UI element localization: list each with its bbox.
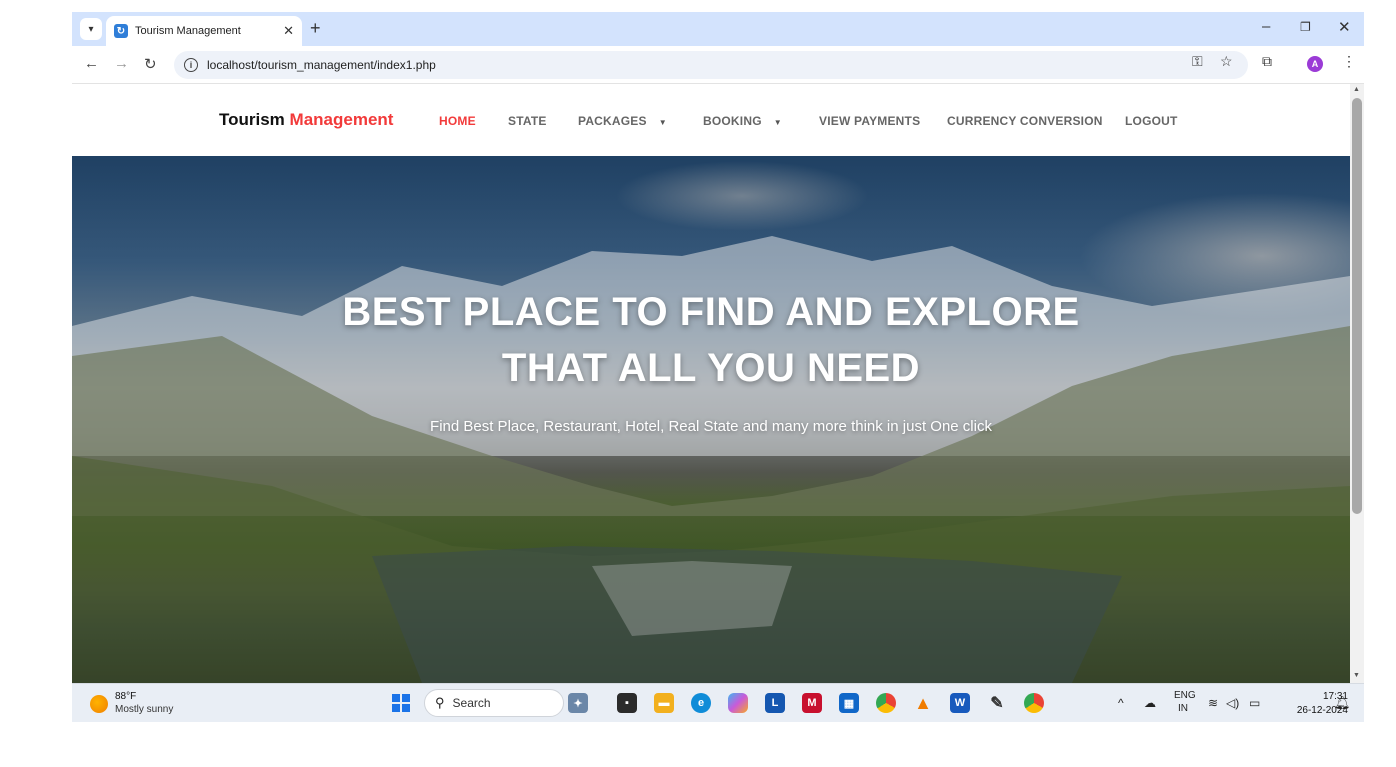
mcafee-icon[interactable]: M — [802, 693, 822, 713]
scrollbar-thumb[interactable] — [1352, 98, 1362, 514]
weather-temperature[interactable]: 88°F — [115, 691, 136, 702]
back-icon[interactable]: ← — [84, 55, 99, 72]
forward-icon[interactable]: → — [114, 55, 129, 72]
battery-icon[interactable]: ▭ — [1249, 696, 1260, 710]
nav-packages[interactable]: PACKAGES ▼ — [578, 114, 667, 128]
scroll-down-icon[interactable]: ▼ — [1353, 672, 1360, 679]
brand-accent: Management — [289, 110, 394, 129]
chevron-down-icon: ▼ — [658, 118, 667, 127]
l-app-icon[interactable]: L — [765, 693, 785, 713]
nav-logout[interactable]: LOGOUT — [1125, 114, 1178, 128]
nav-booking-label: BOOKING — [703, 114, 762, 128]
weather-sun-icon[interactable] — [90, 695, 108, 713]
minimize-icon[interactable]: – — [1262, 18, 1270, 35]
favicon-icon: ↻ — [114, 24, 128, 38]
hero-title-line-1: BEST PLACE TO FIND AND EXPLORE — [342, 290, 1080, 334]
close-window-icon[interactable]: ✕ — [1338, 18, 1351, 36]
scroll-up-icon[interactable]: ▲ — [1353, 86, 1360, 93]
volume-icon[interactable]: ◁) — [1226, 696, 1239, 710]
nav-home[interactable]: HOME — [439, 114, 476, 128]
nav-state[interactable]: STATE — [508, 114, 547, 128]
microsoft-store-icon[interactable]: ▦ — [839, 693, 859, 713]
chrome-profile-icon[interactable] — [1024, 693, 1044, 713]
windows-start-icon[interactable] — [392, 694, 410, 712]
file-explorer-icon[interactable]: ▬ — [654, 693, 674, 713]
chrome-icon[interactable] — [876, 693, 896, 713]
browser-toolbar: ← → ↻ i localhost/tourism_management/ind… — [72, 46, 1364, 84]
extensions-icon[interactable]: ⧉ — [1262, 53, 1272, 70]
profile-avatar[interactable]: A — [1307, 56, 1323, 72]
taskbar-search-label: Search — [452, 696, 491, 710]
restore-icon[interactable]: ❐ — [1300, 20, 1311, 34]
word-icon[interactable]: W — [950, 693, 970, 713]
tray-chevron-up-icon[interactable]: ^ — [1118, 696, 1124, 710]
tab-close-icon[interactable]: ✕ — [283, 23, 294, 39]
nav-view-payments[interactable]: VIEW PAYMENTS — [819, 114, 920, 128]
language-bottom[interactable]: IN — [1178, 703, 1188, 714]
hero-banner: BEST PLACE TO FIND AND EXPLORE THAT ALL … — [72, 156, 1350, 683]
notification-bell-icon[interactable]: 🔔︎ — [1334, 695, 1351, 711]
reload-icon[interactable]: ↻ — [144, 55, 157, 73]
nav-packages-label: PACKAGES — [578, 114, 647, 128]
address-bar[interactable]: i localhost/tourism_management/index1.ph… — [174, 51, 1248, 79]
tab-title: Tourism Management — [135, 25, 241, 37]
taskbar-search[interactable]: ⚲ Search — [424, 689, 564, 717]
hero-title: BEST PLACE TO FIND AND EXPLORE THAT ALL … — [72, 284, 1350, 396]
onedrive-cloud-icon[interactable]: ☁ — [1144, 696, 1156, 710]
vlc-icon[interactable]: ▲ — [913, 693, 933, 713]
wifi-icon[interactable]: ≋ — [1208, 696, 1218, 710]
menu-kebab-icon[interactable]: ⋮ — [1342, 53, 1356, 70]
brand-main: Tourism — [219, 110, 285, 129]
bookmark-star-icon[interactable]: ☆ — [1220, 53, 1233, 70]
windows-taskbar: 88°F Mostly sunny ⚲ Search ✦ ▪ ▬ e L M ▦… — [72, 683, 1364, 722]
search-icon: ⚲ — [435, 695, 445, 710]
site-header: Tourism Management HOME STATE PACKAGES ▼ … — [72, 84, 1350, 156]
weather-description[interactable]: Mostly sunny — [115, 704, 173, 715]
screen: ▾ ↻ Tourism Management ✕ + – ❐ ✕ ← → ↻ i… — [72, 12, 1364, 722]
new-tab-button[interactable]: + — [310, 18, 321, 39]
paint-icon[interactable]: ✎ — [987, 693, 1007, 713]
nav-booking[interactable]: BOOKING ▼ — [703, 114, 782, 128]
browser-tab-strip: ▾ ↻ Tourism Management ✕ + – ❐ ✕ — [72, 12, 1364, 46]
url-text: localhost/tourism_management/index1.php — [207, 58, 436, 72]
browser-tab[interactable]: ↻ Tourism Management ✕ — [106, 16, 302, 46]
taskview-widget-icon[interactable]: ✦ — [568, 693, 588, 713]
copilot-icon[interactable] — [728, 693, 748, 713]
language-top[interactable]: ENG — [1174, 690, 1196, 701]
site-info-icon[interactable]: i — [184, 58, 198, 72]
nav-currency-conversion[interactable]: CURRENCY CONVERSION — [947, 114, 1103, 128]
hero-subtitle: Find Best Place, Restaurant, Hotel, Real… — [430, 418, 992, 435]
brand-logo[interactable]: Tourism Management — [219, 110, 393, 130]
password-key-icon[interactable]: ⚿ — [1192, 53, 1203, 70]
edge-icon[interactable]: e — [691, 693, 711, 713]
page-scrollbar[interactable]: ▲ ▼ — [1350, 84, 1364, 683]
terminal-icon[interactable]: ▪ — [617, 693, 637, 713]
hero-title-line-2: THAT ALL YOU NEED — [501, 346, 921, 390]
tab-search-icon[interactable]: ▾ — [80, 18, 102, 40]
chevron-down-icon: ▼ — [773, 118, 782, 127]
